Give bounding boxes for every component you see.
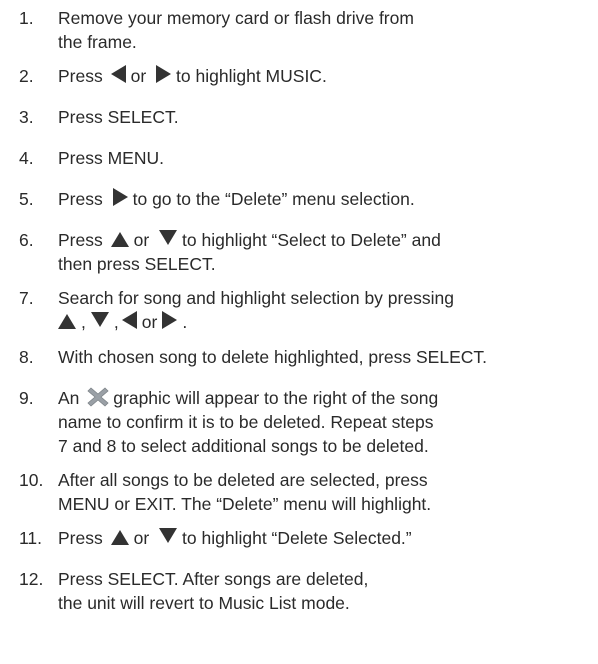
- step-number: 11.: [19, 528, 43, 548]
- step-text: Press MENU.: [58, 148, 164, 168]
- step-text: the frame.: [58, 32, 137, 52]
- step-number: 1.: [19, 8, 34, 28]
- step-text: then press SELECT.: [58, 254, 216, 274]
- step-number: 5.: [19, 189, 34, 209]
- step-text: ,: [81, 312, 86, 332]
- step-number: 4.: [19, 148, 34, 168]
- down-arrow-icon: [159, 230, 178, 245]
- step-text: Press SELECT. After songs are deleted,: [58, 569, 369, 589]
- step-text: MENU or EXIT. The “Delete” menu will hig…: [58, 494, 432, 514]
- step-text: With chosen song to delete highlighted, …: [58, 347, 487, 367]
- step-number: 6.: [19, 230, 34, 250]
- step-text: After all songs to be deleted are select…: [58, 470, 428, 490]
- delete-x-icon: [87, 387, 109, 407]
- step-number: 8.: [19, 347, 34, 367]
- up-arrow-icon: [110, 232, 129, 247]
- step-text: ,: [113, 312, 119, 332]
- step-text: Press: [58, 528, 103, 548]
- step-text: Press: [58, 189, 103, 209]
- step-text: or: [133, 230, 150, 250]
- step-number: 12.: [19, 569, 44, 589]
- step-text: Press: [58, 66, 103, 86]
- step-text: or: [141, 312, 158, 332]
- right-arrow-icon: [162, 311, 178, 329]
- left-arrow-icon: [121, 311, 137, 329]
- step-text: Press: [58, 230, 103, 250]
- step-number: 2.: [19, 66, 34, 86]
- step-number: 3.: [19, 107, 34, 127]
- step-number: 9.: [19, 388, 34, 408]
- step-text: or: [133, 528, 150, 548]
- down-arrow-icon: [159, 528, 178, 543]
- down-arrow-icon: [90, 312, 109, 327]
- step-text: 7 and 8 to select additional songs to be…: [58, 436, 429, 456]
- step-text: name to confirm it is to be deleted. Rep…: [58, 412, 434, 432]
- up-arrow-icon: [110, 530, 129, 545]
- left-arrow-icon: [110, 65, 126, 83]
- up-arrow-icon: [58, 314, 76, 329]
- step-text: .: [182, 312, 188, 332]
- step-number: 7.: [19, 288, 34, 308]
- step-text: Remove your memory card or flash drive f…: [58, 8, 414, 28]
- step-number: 10.: [19, 470, 44, 490]
- step-text: Search for song and highlight selection …: [58, 288, 454, 308]
- step-text: An: [58, 388, 80, 408]
- step-text: or: [130, 66, 147, 86]
- step-text: to highlight MUSIC.: [176, 66, 327, 86]
- step-text: to highlight “Select to Delete” and: [182, 230, 441, 250]
- step-text: Press SELECT.: [58, 107, 179, 127]
- step-text: the unit will revert to Music List mode.: [58, 593, 350, 613]
- right-arrow-icon: [156, 65, 172, 83]
- step-text: to go to the “Delete” menu selection.: [132, 189, 415, 209]
- step-text: graphic will appear to the right of the …: [113, 388, 439, 408]
- instruction-page: 1. Remove your memory card or flash driv…: [0, 0, 598, 664]
- step-text: to highlight “Delete Selected.”: [182, 528, 412, 548]
- right-arrow-icon: [112, 188, 128, 206]
